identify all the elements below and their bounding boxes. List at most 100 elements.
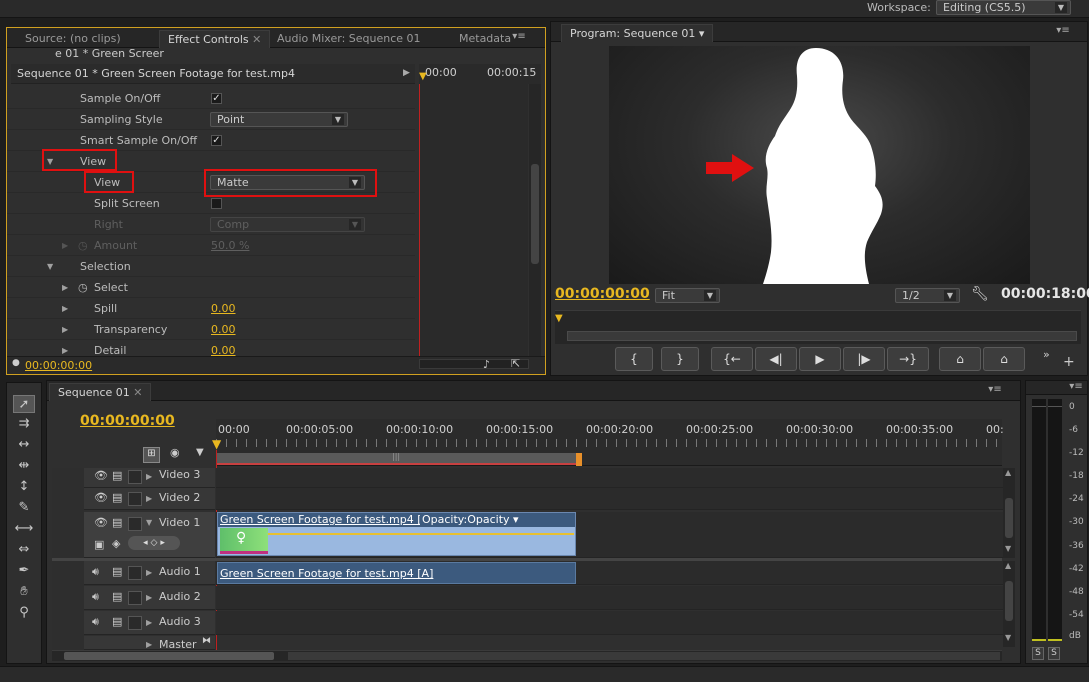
timeline-v-scrollbar-bottom[interactable]: ▲ ▼ xyxy=(1003,561,1015,647)
tab-metadata[interactable]: Metadata xyxy=(451,30,519,48)
program-timecode[interactable]: 00:00:00:00 xyxy=(555,286,650,302)
marker-icon[interactable]: ▼ xyxy=(196,447,204,458)
split-screen-checkbox[interactable] xyxy=(211,198,222,209)
expand-triangle-icon[interactable]: ▶ xyxy=(62,277,68,298)
lane-video3[interactable] xyxy=(216,468,1004,488)
lane-video2[interactable] xyxy=(216,488,1004,510)
sample-onoff-checkbox[interactable]: ✓ xyxy=(211,93,222,104)
razor-tool-icon[interactable]: ✎ xyxy=(13,499,35,517)
spill-value[interactable]: 0.00 xyxy=(211,298,236,319)
panel-menu-icon[interactable]: ▾≡ xyxy=(511,31,527,45)
zoom-tool-icon[interactable]: ⚲ xyxy=(13,604,35,622)
slide-tool-icon[interactable]: ⇔ xyxy=(13,541,35,559)
effect-timecode[interactable]: 00:00:00:00 xyxy=(25,359,92,372)
work-area-bar[interactable]: ||| xyxy=(216,452,580,465)
snap-icon[interactable]: ⊞ xyxy=(143,447,160,463)
lane-audio3[interactable] xyxy=(216,611,1004,635)
expand-triangle-icon[interactable]: ▶ xyxy=(146,568,152,577)
timeline-zoom-scrollbar[interactable] xyxy=(52,650,1002,661)
scroll-down-icon[interactable]: ▼ xyxy=(1005,633,1011,642)
pen-tool-icon[interactable]: ✒ xyxy=(13,562,35,580)
track-lock-box[interactable] xyxy=(128,470,142,484)
keyframe-toggle-icon[interactable]: ◈ xyxy=(112,537,120,550)
sync-lock-icon[interactable]: ▤ xyxy=(112,590,122,603)
opacity-rubber-band[interactable] xyxy=(268,533,574,535)
play-triangle-icon[interactable]: ▶ xyxy=(403,68,410,78)
step-forward-button[interactable]: |▶ xyxy=(843,347,885,371)
expand-triangle-icon[interactable]: ▶ xyxy=(146,640,152,649)
chevron-down-icon[interactable]: ▾ xyxy=(699,27,705,40)
sync-lock-icon[interactable]: ▤ xyxy=(112,516,122,529)
track-master[interactable]: ▶ Master ⧓ xyxy=(84,636,215,650)
workspace-dropdown[interactable]: Editing (CS5.5) ▼ xyxy=(936,0,1071,15)
timeline-v-scrollbar-top[interactable]: ▲ ▼ xyxy=(1003,468,1015,558)
mark-out-button[interactable]: } xyxy=(661,347,699,371)
work-area-end-icon[interactable] xyxy=(576,453,582,466)
transparency-value[interactable]: 0.00 xyxy=(211,319,236,340)
track-lock-box[interactable] xyxy=(128,616,142,630)
sync-lock-icon[interactable]: ▤ xyxy=(112,615,122,628)
track-lock-box[interactable] xyxy=(128,591,142,605)
track-video1[interactable]: 👁︎ ▤ ▼ Video 1 ▣ ◈ ◂ ◇ ▸ xyxy=(84,512,215,558)
video-preview[interactable] xyxy=(609,46,1030,284)
export-icon[interactable]: ⇱ xyxy=(511,357,520,370)
track-audio1[interactable]: 🔊︎ ▤ ▶ Audio 1 xyxy=(84,561,215,585)
add-marker-icon[interactable]: ◉ xyxy=(170,446,180,459)
audio-loop-icon[interactable]: ♪ xyxy=(483,358,490,371)
stopwatch-icon[interactable]: ◷ xyxy=(78,277,88,298)
step-back-button[interactable]: ◀| xyxy=(755,347,797,371)
row-spill[interactable]: ▶ Spill 0.00 xyxy=(7,298,415,319)
display-style-icon[interactable]: ▣ xyxy=(94,538,104,551)
wrench-icon[interactable]: 🔧︎ xyxy=(971,286,989,302)
slip-tool-icon[interactable]: ⟷ xyxy=(13,520,35,538)
keyframe-navigator[interactable]: ◂ ◇ ▸ xyxy=(128,536,180,550)
close-icon[interactable]: ✕ xyxy=(252,33,261,46)
go-to-out-button[interactable]: →} xyxy=(887,347,929,371)
tab-audio-mixer[interactable]: Audio Mixer: Sequence 01 xyxy=(269,30,429,48)
resolution-dropdown[interactable]: 1/2 ▼ xyxy=(895,288,960,303)
effect-ruler[interactable]: 00:00 00:00:15 ▼ xyxy=(419,64,541,84)
track-video2[interactable]: 👁︎ ▤ ▶ Video 2 xyxy=(84,488,215,510)
eye-icon[interactable]: 👁︎ xyxy=(94,469,108,482)
timeline-playhead-icon[interactable]: ▼ xyxy=(212,437,221,451)
speaker-icon[interactable]: 🔊︎ xyxy=(92,590,99,604)
ripple-edit-tool-icon[interactable]: ↔ xyxy=(13,436,35,454)
mark-in-button[interactable]: { xyxy=(615,347,653,371)
tab-program[interactable]: Program: Sequence 01 ▾ xyxy=(561,24,714,42)
panel-menu-icon[interactable]: ▾≡ xyxy=(987,384,1003,398)
video-clip[interactable]: Green Screen Footage for test.mp4 [V] Op… xyxy=(217,512,576,556)
collapse-triangle-icon[interactable]: ▼ xyxy=(146,518,152,527)
lift-button[interactable]: ⌂ xyxy=(939,347,981,371)
scroll-down-icon[interactable]: ▼ xyxy=(1005,544,1011,553)
master-sync-icon[interactable]: ⧓ xyxy=(202,636,211,646)
expand-triangle-icon[interactable]: ▶ xyxy=(146,494,152,503)
tab-sequence[interactable]: Sequence 01 ✕ xyxy=(49,383,152,401)
sync-lock-icon[interactable]: ▤ xyxy=(112,565,122,578)
track-audio3[interactable]: 🔊︎ ▤ ▶ Audio 3 xyxy=(84,611,215,635)
playhead-marker-icon[interactable]: ▼ xyxy=(555,313,563,324)
more-icon[interactable]: » xyxy=(1043,348,1050,361)
track-video3[interactable]: 👁︎ ▤ ▶ Video 3 xyxy=(84,468,215,488)
opacity-dropdown[interactable]: Opacity:Opacity ▾ xyxy=(420,513,521,526)
expand-triangle-icon[interactable]: ▼ xyxy=(47,256,53,277)
track-select-tool-icon[interactable]: ⇉ xyxy=(13,415,35,433)
selection-tool-icon[interactable]: ➚ xyxy=(13,395,35,413)
rolling-edit-tool-icon[interactable]: ⇹ xyxy=(13,457,35,475)
tab-source[interactable]: Source: (no clips) xyxy=(17,30,129,48)
sync-lock-icon[interactable]: ▤ xyxy=(112,469,122,482)
expand-triangle-icon[interactable]: ▶ xyxy=(146,472,152,481)
expand-triangle-icon[interactable]: ▶ xyxy=(146,618,152,627)
track-lock-box[interactable] xyxy=(128,566,142,580)
track-audio2[interactable]: 🔊︎ ▤ ▶ Audio 2 xyxy=(84,586,215,610)
track-lock-box[interactable] xyxy=(128,517,142,531)
timeline-timecode[interactable]: 00:00:00:00 xyxy=(80,413,175,429)
eye-icon[interactable]: 👁︎ xyxy=(94,516,108,529)
speaker-icon[interactable]: 🔊︎ xyxy=(92,615,99,629)
expand-triangle-icon[interactable]: ▶ xyxy=(62,298,68,319)
play-button[interactable]: ▶ xyxy=(799,347,841,371)
add-icon[interactable]: + xyxy=(1063,354,1075,370)
scroll-up-icon[interactable]: ▲ xyxy=(1005,468,1011,477)
scroll-up-icon[interactable]: ▲ xyxy=(1005,561,1011,570)
sampling-style-dropdown[interactable]: Point ▼ xyxy=(210,112,348,127)
expand-triangle-icon[interactable]: ▶ xyxy=(62,319,68,340)
